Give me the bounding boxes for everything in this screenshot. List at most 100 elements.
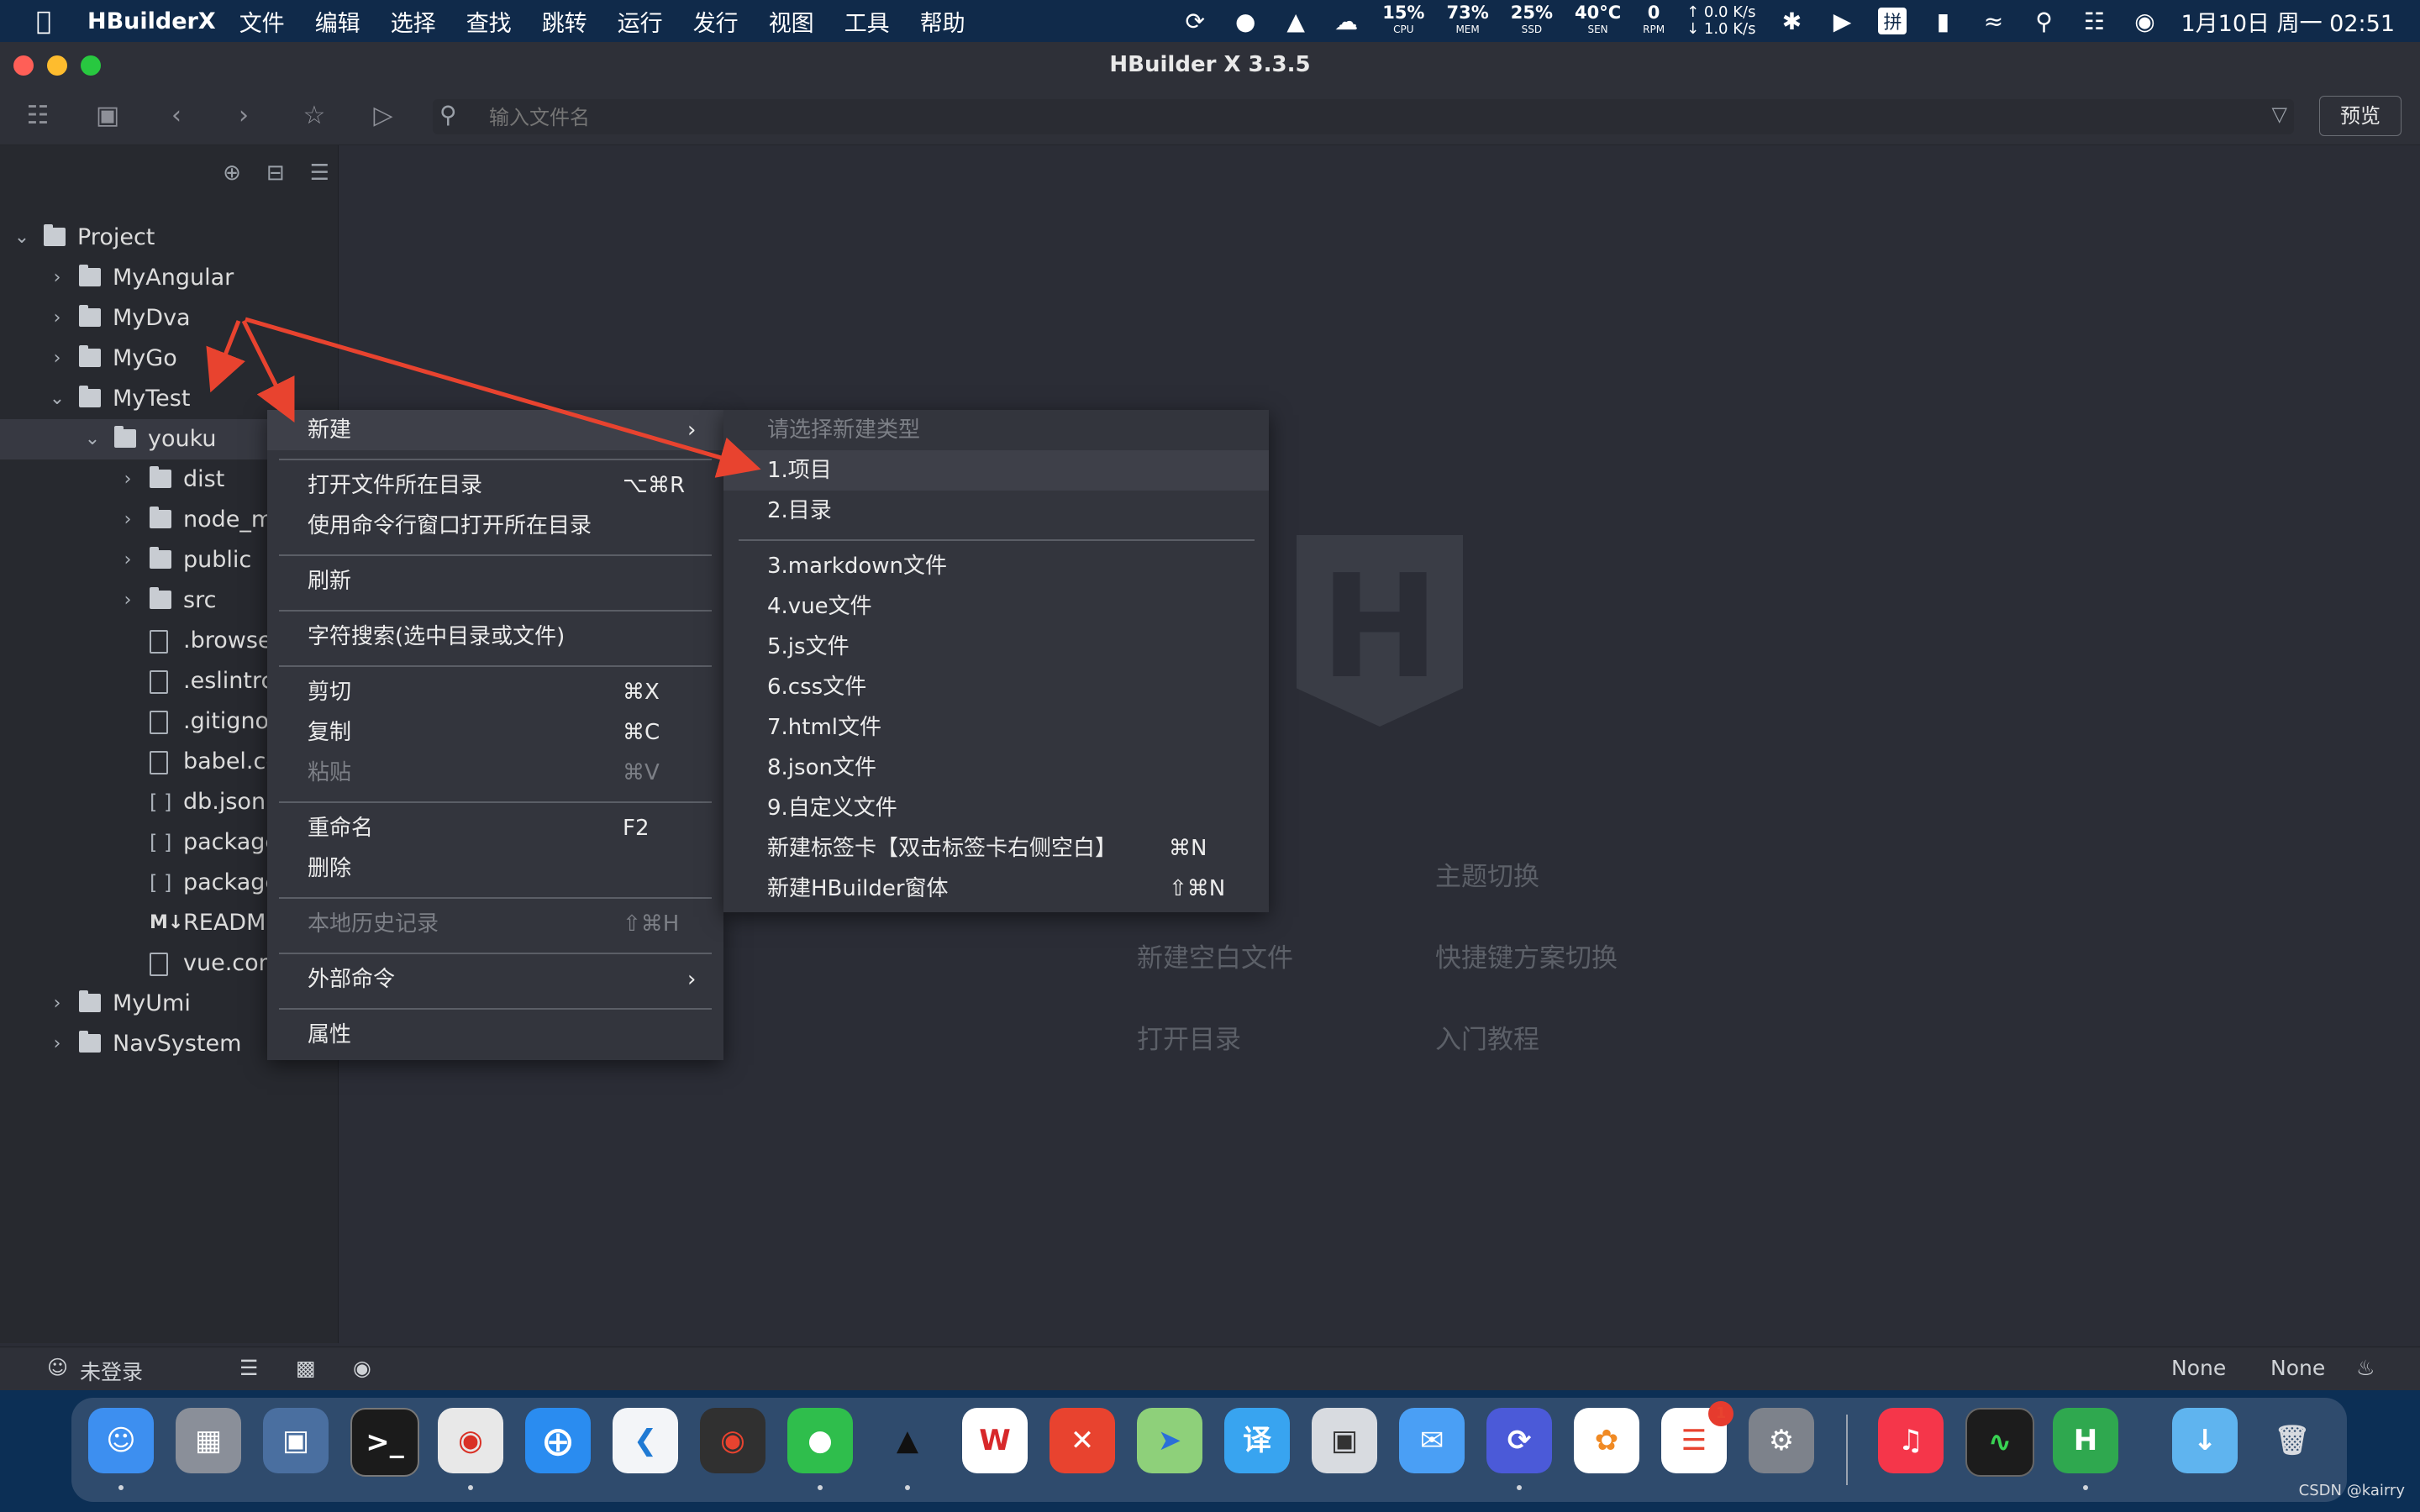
- cpu-stat[interactable]: 15% CPU: [1382, 4, 1424, 38]
- close-window-button[interactable]: [13, 55, 34, 76]
- chevron-down-icon[interactable]: ⌄: [12, 218, 32, 258]
- chrome-icon[interactable]: ◉: [438, 1408, 503, 1473]
- hbuilderx-app-icon[interactable]: H: [2053, 1408, 2118, 1473]
- chevron-right-icon[interactable]: ›: [47, 984, 67, 1024]
- menu-run[interactable]: 运行: [618, 5, 663, 38]
- theme-switch-link[interactable]: 主题切换: [1435, 855, 1539, 893]
- zoom-window-button[interactable]: [81, 55, 101, 76]
- new-file-icon[interactable]: ☷: [21, 99, 55, 133]
- bluetooth-icon[interactable]: ✱: [1777, 8, 1806, 35]
- submenu-item-new-tab[interactable]: 新建标签卡【双击标签卡右侧空白】 ⌘N: [723, 828, 1269, 869]
- keymap-switch-link[interactable]: 快捷键方案切换: [1435, 937, 1618, 974]
- qq-icon[interactable]: ▲: [1281, 8, 1310, 35]
- user-avatar-icon[interactable]: ☺: [47, 1356, 68, 1379]
- menu-find[interactable]: 查找: [466, 5, 512, 38]
- submenu-item-json[interactable]: 8.json文件: [723, 748, 1269, 788]
- tree-item-mygo[interactable]: › MyGo: [0, 339, 338, 379]
- new-blank-file-link[interactable]: 新建空白文件: [1137, 937, 1293, 974]
- screenshot-icon[interactable]: ▣: [1312, 1408, 1377, 1473]
- downloads-folder-icon[interactable]: ↓: [2172, 1408, 2238, 1473]
- play-icon[interactable]: ▶: [1828, 8, 1856, 35]
- qq-app-icon[interactable]: ▲: [875, 1408, 940, 1473]
- music-icon[interactable]: ♫: [1878, 1408, 1944, 1473]
- menu-item-search-text[interactable]: 字符搜索(选中目录或文件): [267, 617, 723, 657]
- spotlight-search-icon[interactable]: ⚲: [2029, 8, 2058, 35]
- finder-icon[interactable]: ☺: [88, 1408, 154, 1473]
- notification-bell-icon[interactable]: ♨: [2356, 1356, 2375, 1380]
- file-search-input[interactable]: [487, 99, 2171, 136]
- chevron-right-icon[interactable]: ›: [118, 459, 138, 500]
- submenu-item-vue[interactable]: 4.vue文件: [723, 586, 1269, 627]
- input-method-icon[interactable]: 拼: [1878, 8, 1907, 34]
- tree-item-mydva[interactable]: › MyDva: [0, 298, 338, 339]
- menu-item-local-history[interactable]: 本地历史记录 ⇧⌘H: [267, 904, 723, 944]
- xmind-icon[interactable]: ✕: [1050, 1408, 1115, 1473]
- app-menu[interactable]: HBuilderX: [87, 8, 216, 34]
- battery-icon[interactable]: ▮: [1928, 8, 1957, 35]
- translate-icon[interactable]: 译: [1224, 1408, 1290, 1473]
- preview-button[interactable]: 预览: [2319, 96, 2402, 136]
- chevron-right-icon[interactable]: ›: [47, 258, 67, 298]
- menu-item-paste[interactable]: 粘贴 ⌘V: [267, 753, 723, 793]
- siri-icon[interactable]: ◉: [2130, 8, 2159, 35]
- chevron-right-icon[interactable]: ›: [47, 298, 67, 339]
- instruments-icon[interactable]: ◉: [700, 1408, 765, 1473]
- login-status[interactable]: 未登录: [80, 1356, 143, 1386]
- explorer-menu-icon[interactable]: ☰: [310, 160, 329, 186]
- menu-edit[interactable]: 编辑: [315, 5, 360, 38]
- submenu-item-html[interactable]: 7.html文件: [723, 707, 1269, 748]
- menu-item-external-commands[interactable]: 外部命令 ›: [267, 959, 723, 1000]
- outline-icon[interactable]: ☰: [239, 1356, 258, 1380]
- chevron-right-icon[interactable]: ›: [47, 339, 67, 379]
- trash-icon[interactable]: 🗑: [2260, 1408, 2325, 1473]
- chevron-down-icon[interactable]: ⌄: [82, 419, 103, 459]
- system-preferences-icon[interactable]: ⚙: [1749, 1408, 1814, 1473]
- chevron-right-icon[interactable]: ›: [118, 540, 138, 580]
- menu-item-open-terminal[interactable]: 使用命令行窗口打开所在目录: [267, 506, 723, 546]
- wechat-icon[interactable]: ●: [1231, 8, 1260, 35]
- launchpad-icon[interactable]: ▦: [176, 1408, 241, 1473]
- submenu-item-custom[interactable]: 9.自定义文件: [723, 788, 1269, 828]
- wps-icon[interactable]: W: [962, 1408, 1028, 1473]
- submenu-item-js[interactable]: 5.js文件: [723, 627, 1269, 667]
- wifi-icon[interactable]: ≈: [1979, 8, 2007, 35]
- submenu-item-project[interactable]: 1.项目: [723, 450, 1269, 491]
- chevron-right-icon[interactable]: ›: [118, 500, 138, 540]
- language-status[interactable]: None: [2270, 1356, 2325, 1380]
- control-center-icon[interactable]: ☷: [2080, 8, 2108, 35]
- clock[interactable]: 1月10日 周一 02:51: [2181, 5, 2395, 38]
- menu-goto[interactable]: 跳转: [542, 5, 587, 38]
- tree-item-myangular[interactable]: › MyAngular: [0, 258, 338, 298]
- mail-icon[interactable]: ✉: [1399, 1408, 1465, 1473]
- submenu-item-css[interactable]: 6.css文件: [723, 667, 1269, 707]
- submenu-item-directory[interactable]: 2.目录: [723, 491, 1269, 531]
- activity-monitor-icon[interactable]: ∿: [1965, 1408, 2034, 1477]
- submenu-item-new-window[interactable]: 新建HBuilder窗体 ⇧⌘N: [723, 869, 1269, 909]
- menu-tools[interactable]: 工具: [844, 5, 890, 38]
- menu-item-new[interactable]: 新建 ›: [267, 410, 723, 450]
- open-directory-link[interactable]: 打开目录: [1137, 1018, 1241, 1056]
- ssd-stat[interactable]: 25% SSD: [1511, 4, 1553, 38]
- browser-app-icon[interactable]: ⟳: [1486, 1408, 1552, 1473]
- cloud-icon[interactable]: ☁: [1332, 8, 1360, 35]
- menu-item-open-dir[interactable]: 打开文件所在目录 ⌥⌘R: [267, 465, 723, 506]
- menu-item-delete[interactable]: 删除: [267, 848, 723, 889]
- maps-icon[interactable]: ➤: [1137, 1408, 1202, 1473]
- terminal-app-icon[interactable]: >_: [350, 1408, 419, 1477]
- favorite-star-icon[interactable]: ☆: [297, 99, 331, 133]
- tutorial-link[interactable]: 入门教程: [1435, 1018, 1539, 1056]
- encoding-status[interactable]: None: [2171, 1356, 2226, 1380]
- apple-menu-icon[interactable]: : [18, 7, 69, 36]
- terminal-icon[interactable]: ▩: [296, 1356, 316, 1380]
- remote-desktop-icon[interactable]: ▣: [263, 1408, 329, 1473]
- vscode-icon[interactable]: ❮: [613, 1408, 678, 1473]
- chevron-right-icon[interactable]: ›: [118, 580, 138, 621]
- safari-icon[interactable]: ⨁: [525, 1408, 591, 1473]
- menu-item-rename[interactable]: 重命名 F2: [267, 808, 723, 848]
- menu-item-copy[interactable]: 复制 ⌘C: [267, 712, 723, 753]
- network-stat[interactable]: ↑ 0.0 K/s ↓ 1.0 K/s: [1686, 4, 1755, 38]
- chevron-right-icon[interactable]: ›: [47, 1024, 67, 1064]
- mem-stat[interactable]: 73% MEM: [1446, 4, 1488, 38]
- menu-item-properties[interactable]: 属性: [267, 1015, 723, 1055]
- collapse-all-icon[interactable]: ⊟: [266, 160, 285, 186]
